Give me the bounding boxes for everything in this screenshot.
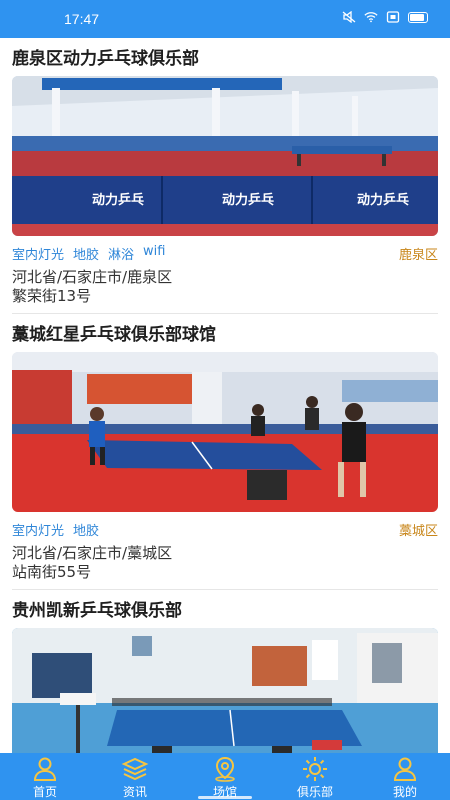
venue-title: 藁城红星乒乓球俱乐部球馆 [12, 325, 216, 345]
status-icons [342, 11, 428, 23]
nav-item-club[interactable]: 俱乐部 [270, 753, 360, 800]
facility-tag: 室内灯光 [12, 247, 65, 263]
address-line1: 河北省/石家庄市/藁城区 [12, 544, 173, 562]
battery-icon [408, 11, 428, 23]
venue-card[interactable]: 鹿泉区动力乒乓球俱乐部 动力乒乓 动力乒乓 动力乒乓 室内灯光 地胶 淋浴 wi… [0, 38, 450, 314]
venue-card[interactable]: 贵州凯新乒乓球俱乐部 [0, 590, 450, 753]
nav-label: 我的 [392, 785, 417, 799]
banner-text: 动力乒乓 [92, 192, 144, 208]
gym-photo-icon [12, 352, 438, 512]
nav-item-venue[interactable]: 场馆 [180, 753, 270, 800]
tags-row: 室内灯光 地胶 藁城区 [12, 514, 438, 544]
venue-title: 鹿泉区动力乒乓球俱乐部 [12, 49, 199, 69]
venue-title: 贵州凯新乒乓球俱乐部 [12, 601, 182, 621]
home-icon [33, 757, 57, 781]
address-line2: 繁荣街13号 [12, 287, 92, 305]
home-indicator [198, 796, 252, 799]
address-line2: 站南街55号 [12, 563, 92, 581]
facility-tag: 室内灯光 [12, 523, 65, 539]
venue-photo[interactable] [12, 352, 438, 512]
banner-text: 动力乒乓 [357, 192, 409, 208]
status-time: 17:47 [64, 11, 100, 27]
gym-photo-icon: 动力乒乓 动力乒乓 动力乒乓 [12, 76, 438, 236]
facility-tag: 地胶 [73, 523, 100, 539]
sim-icon [386, 11, 400, 23]
profile-icon [393, 757, 417, 781]
district-label: 鹿泉区 [398, 247, 438, 263]
district-label: 藁城区 [398, 523, 438, 539]
venue-list[interactable]: 鹿泉区动力乒乓球俱乐部 动力乒乓 动力乒乓 动力乒乓 室内灯光 地胶 淋浴 wi… [0, 38, 450, 753]
wifi-icon [364, 12, 378, 23]
nav-item-news[interactable]: 资讯 [90, 753, 180, 800]
nav-label: 资讯 [122, 785, 147, 799]
facility-tag: wifi [143, 243, 166, 259]
nav-label: 首页 [32, 785, 57, 799]
address-line1: 河北省/石家庄市/鹿泉区 [12, 268, 173, 286]
facility-tags: 室内灯光 地胶 [12, 520, 99, 539]
facility-tag: 淋浴 [108, 247, 135, 263]
venue-icon [215, 756, 235, 782]
mute-icon [342, 11, 356, 23]
club-icon [303, 757, 327, 781]
tags-row: 室内灯光 地胶 淋浴 wifi 鹿泉区 [12, 238, 438, 268]
nav-label: 俱乐部 [296, 785, 333, 799]
news-icon [121, 757, 149, 781]
nav-item-home[interactable]: 首页 [0, 753, 90, 800]
nav-item-profile[interactable]: 我的 [360, 753, 450, 800]
bottom-nav: 首页 资讯 场馆 俱乐部 我的 [0, 753, 450, 800]
venue-photo[interactable]: 动力乒乓 动力乒乓 动力乒乓 [12, 76, 438, 236]
status-bar: 17:47 [0, 0, 450, 38]
gym-photo-icon [12, 628, 438, 753]
venue-card[interactable]: 藁城红星乒乓球俱乐部球馆 室内灯光 地胶 藁城区 河北省/石家庄市/藁城区 站南… [0, 314, 450, 590]
banner-text: 动力乒乓 [222, 192, 274, 208]
facility-tags: 室内灯光 地胶 淋浴 wifi [12, 244, 165, 263]
facility-tag: 地胶 [73, 247, 100, 263]
venue-photo[interactable] [12, 628, 438, 753]
